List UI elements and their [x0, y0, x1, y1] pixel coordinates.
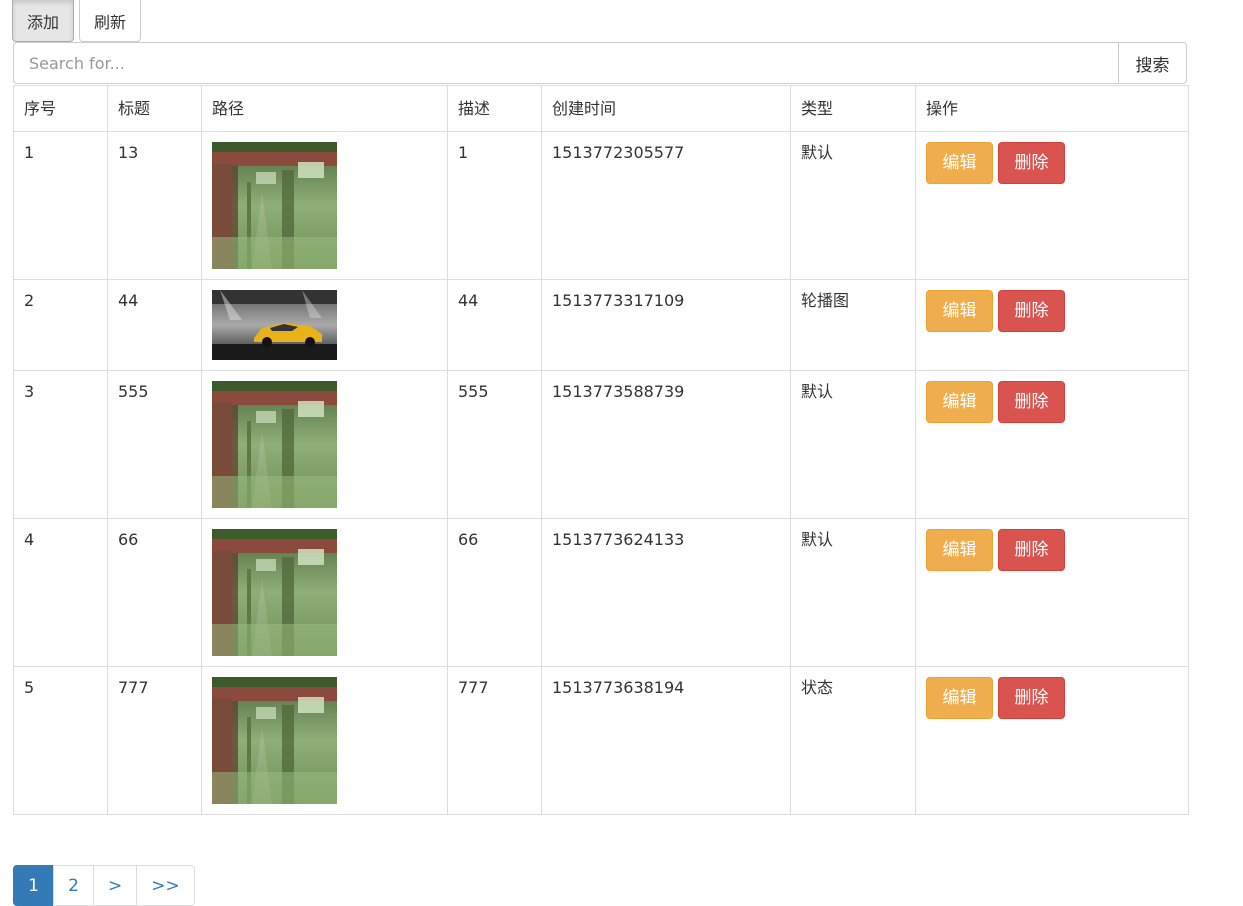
garden-gate-image — [212, 142, 337, 269]
delete-button[interactable]: 删除 — [998, 677, 1065, 719]
column-header-type: 类型 — [790, 85, 916, 132]
cell-path — [201, 518, 448, 667]
table-row: 4 66 66 1513773624133 默认 编辑 删除 — [13, 518, 1189, 667]
column-header-path: 路径 — [201, 85, 448, 132]
row-actions: 编辑 删除 — [926, 142, 1178, 184]
column-header-actions: 操作 — [915, 85, 1189, 132]
cell-description: 555 — [447, 370, 542, 519]
cell-created-time: 1513773588739 — [541, 370, 791, 519]
cell-type: 默认 — [790, 370, 916, 519]
cell-created-time: 1513773317109 — [541, 279, 791, 371]
row-actions: 编辑 删除 — [926, 381, 1178, 423]
cell-index: 4 — [13, 518, 108, 667]
cell-description: 1 — [447, 131, 542, 280]
cell-actions: 编辑 删除 — [915, 370, 1189, 519]
cell-title: 66 — [107, 518, 202, 667]
edit-button[interactable]: 编辑 — [926, 677, 993, 719]
table-row: 5 777 777 1513773638194 状态 编辑 删除 — [13, 666, 1189, 815]
cell-actions: 编辑 删除 — [915, 279, 1189, 371]
cell-path — [201, 666, 448, 815]
cell-type: 轮播图 — [790, 279, 916, 371]
page-1-link[interactable]: 1 — [13, 865, 54, 906]
cell-description: 777 — [447, 666, 542, 815]
row-actions: 编辑 删除 — [926, 529, 1178, 571]
column-header-created-time: 创建时间 — [541, 85, 791, 132]
edit-button[interactable]: 编辑 — [926, 381, 993, 423]
data-table: 序号 标题 路径 描述 创建时间 类型 操作 1 13 1 151377230557… — [13, 85, 1189, 815]
edit-button[interactable]: 编辑 — [926, 529, 993, 571]
table-header-row: 序号 标题 路径 描述 创建时间 类型 操作 — [13, 85, 1189, 132]
cell-index: 3 — [13, 370, 108, 519]
cell-path — [201, 370, 448, 519]
garden-gate-image — [212, 677, 337, 804]
cell-type: 默认 — [790, 518, 916, 667]
cell-title: 13 — [107, 131, 202, 280]
table-row: 1 13 1 1513772305577 默认 编辑 删除 — [13, 131, 1189, 280]
edit-button[interactable]: 编辑 — [926, 290, 993, 332]
delete-button[interactable]: 删除 — [998, 142, 1065, 184]
row-actions: 编辑 删除 — [926, 290, 1178, 332]
table-row: 2 44 44 1513773317109 轮播图 编辑 删除 — [13, 279, 1189, 371]
delete-button[interactable]: 删除 — [998, 529, 1065, 571]
refresh-button[interactable]: 刷新 — [79, 0, 142, 42]
cell-index: 5 — [13, 666, 108, 815]
cell-type: 默认 — [790, 131, 916, 280]
cell-actions: 编辑 删除 — [915, 131, 1189, 280]
pagination: 1 2 > >> — [13, 865, 195, 906]
yellow-car-image — [212, 290, 337, 360]
page: 添加 刷新 搜索 序号 标题 路径 描述 创建时间 类型 操作 — [0, 0, 1243, 906]
cell-description: 44 — [447, 279, 542, 371]
add-button[interactable]: 添加 — [12, 0, 75, 42]
toolbar: 添加 刷新 — [12, 0, 142, 42]
cell-path — [201, 279, 448, 371]
table-row: 3 555 555 1513773588739 默认 编辑 删除 — [13, 370, 1189, 519]
search-input[interactable] — [13, 42, 1119, 84]
column-header-index: 序号 — [13, 85, 108, 132]
garden-gate-image — [212, 529, 337, 656]
cell-path — [201, 131, 448, 280]
cell-title: 555 — [107, 370, 202, 519]
table-body: 1 13 1 1513772305577 默认 编辑 删除 2 44 44 1513773317… — [13, 131, 1189, 815]
cell-description: 66 — [447, 518, 542, 667]
page-2-link[interactable]: 2 — [53, 865, 94, 906]
cell-index: 2 — [13, 279, 108, 371]
next-page-link[interactable]: > — [93, 865, 138, 906]
column-header-title: 标题 — [107, 85, 202, 132]
search-button[interactable]: 搜索 — [1119, 42, 1187, 84]
cell-title: 44 — [107, 279, 202, 371]
cell-title: 777 — [107, 666, 202, 815]
delete-button[interactable]: 删除 — [998, 290, 1065, 332]
cell-created-time: 1513772305577 — [541, 131, 791, 280]
cell-actions: 编辑 删除 — [915, 518, 1189, 667]
row-actions: 编辑 删除 — [926, 677, 1178, 719]
search-bar: 搜索 — [13, 42, 1187, 84]
column-header-description: 描述 — [447, 85, 542, 132]
cell-created-time: 1513773624133 — [541, 518, 791, 667]
delete-button[interactable]: 删除 — [998, 381, 1065, 423]
garden-gate-image — [212, 381, 337, 508]
cell-index: 1 — [13, 131, 108, 280]
cell-created-time: 1513773638194 — [541, 666, 791, 815]
cell-actions: 编辑 删除 — [915, 666, 1189, 815]
edit-button[interactable]: 编辑 — [926, 142, 993, 184]
cell-type: 状态 — [790, 666, 916, 815]
last-page-link[interactable]: >> — [136, 865, 195, 906]
